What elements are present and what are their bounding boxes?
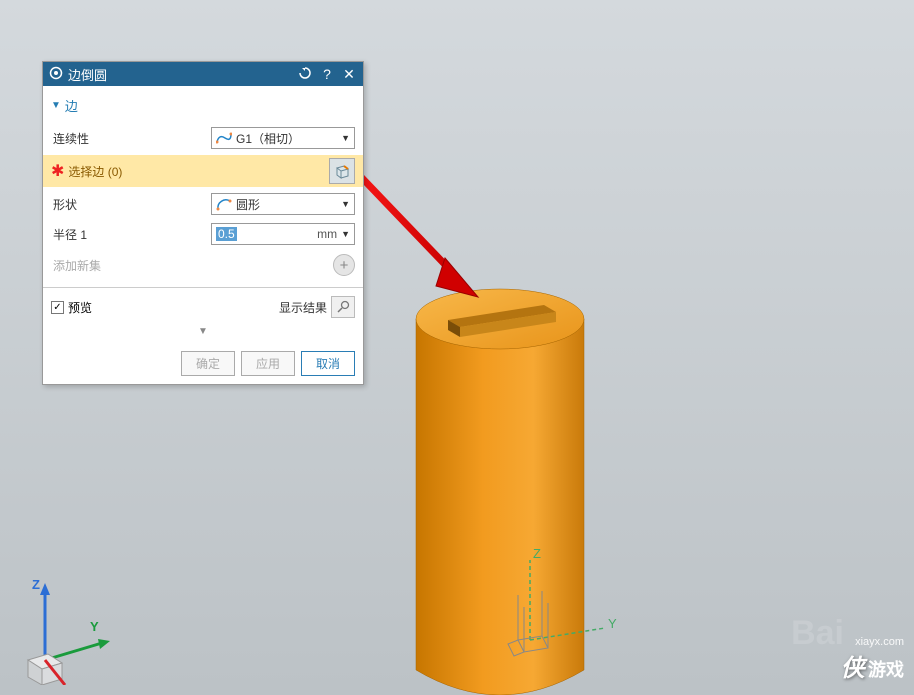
continuity-label: 连续性 — [51, 130, 211, 147]
radius-input[interactable]: 0.5 mm ▼ — [211, 223, 355, 245]
expand-toggle[interactable]: ▼ — [51, 324, 355, 341]
wand-icon — [336, 300, 350, 314]
radius-value: 0.5 — [216, 227, 237, 241]
show-result-label: 显示结果 — [279, 299, 327, 316]
chevron-down-icon[interactable]: ▼ — [341, 199, 350, 209]
preview-checkbox[interactable]: ✓ 预览 — [51, 299, 279, 316]
section-edge-header[interactable]: ▼ 边 — [51, 92, 355, 119]
shape-value: 圆形 — [236, 196, 341, 213]
add-set-label: 添加新集 — [51, 257, 333, 274]
divider — [43, 287, 363, 288]
shape-dropdown[interactable]: 圆形 ▼ — [211, 193, 355, 215]
plus-icon: + — [340, 257, 349, 274]
continuity-value: G1（相切） — [236, 130, 341, 147]
chevron-down-icon: ▼ — [198, 326, 208, 337]
chevron-down-icon: ▼ — [51, 100, 61, 111]
close-icon[interactable]: ✕ — [341, 66, 357, 83]
chevron-down-icon[interactable]: ▼ — [341, 229, 350, 239]
preview-label: 预览 — [68, 299, 92, 316]
select-edge-label: 选择边 (0) — [68, 163, 329, 180]
select-edge-row[interactable]: ✱ 选择边 (0) — [43, 155, 363, 187]
ok-button[interactable]: 确定 — [181, 351, 235, 376]
continuity-dropdown[interactable]: G1（相切） ▼ — [211, 127, 355, 149]
shape-icon — [216, 197, 232, 211]
edge-blend-dialog: 边倒圆 ? ✕ ▼ 边 连续性 — [42, 61, 364, 385]
required-star-icon: ✱ — [51, 161, 64, 181]
shape-label: 形状 — [51, 196, 211, 213]
svg-text:Y: Y — [608, 616, 617, 631]
continuity-icon — [216, 131, 232, 145]
svg-text:Z: Z — [32, 577, 40, 592]
show-result-button[interactable] — [331, 296, 355, 318]
chevron-down-icon[interactable]: ▼ — [341, 133, 350, 143]
dialog-titlebar[interactable]: 边倒圆 ? ✕ — [43, 62, 363, 86]
cancel-button[interactable]: 取消 — [301, 351, 355, 376]
gear-icon — [49, 66, 63, 83]
help-icon[interactable]: ? — [319, 66, 335, 83]
apply-button[interactable]: 应用 — [241, 351, 295, 376]
svg-text:Z: Z — [533, 546, 541, 561]
svg-text:Y: Y — [90, 619, 99, 634]
select-edge-icon-button[interactable] — [329, 158, 355, 184]
reset-icon[interactable] — [297, 66, 313, 83]
section-edge-label: 边 — [65, 96, 78, 115]
viewport-3d[interactable]: Z Y 边倒圆 ? ✕ — [0, 0, 914, 695]
radius-label: 半径 1 — [51, 226, 211, 243]
cube-edge-icon — [333, 162, 351, 180]
watermark: Bai xiayx.com 侠 游戏 — [841, 636, 904, 683]
add-set-button[interactable]: + — [333, 254, 355, 276]
dialog-title: 边倒圆 — [68, 65, 297, 84]
checkmark-icon: ✓ — [51, 301, 64, 314]
view-triad[interactable]: Z Y — [10, 575, 120, 685]
radius-unit: mm — [317, 227, 341, 241]
